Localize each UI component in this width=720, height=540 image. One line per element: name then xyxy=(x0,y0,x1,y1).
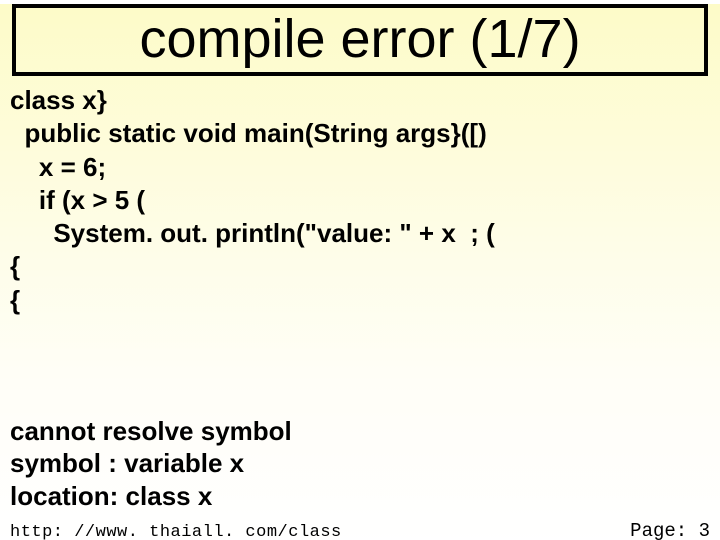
error-line: cannot resolve symbol xyxy=(10,415,292,448)
error-line: location: class x xyxy=(10,480,292,513)
code-line: { xyxy=(10,284,710,317)
footer-url: http: //www. thaiall. com/class xyxy=(10,523,342,540)
code-line: if (x > 5 ( xyxy=(10,184,710,217)
slide: compile error (1/7) class x} public stat… xyxy=(0,4,720,540)
error-line: symbol : variable x xyxy=(10,447,292,480)
code-line: System. out. println("value: " + x ; ( xyxy=(10,217,710,250)
slide-title: compile error (1/7) xyxy=(139,9,580,69)
code-line: x = 6; xyxy=(10,151,710,184)
footer-page: Page: 3 xyxy=(630,520,710,540)
code-line: class x} xyxy=(10,84,710,117)
footer: http: //www. thaiall. com/class Page: 3 xyxy=(0,520,720,540)
error-block: cannot resolve symbol symbol : variable … xyxy=(10,415,292,513)
code-block: class x} public static void main(String … xyxy=(0,84,720,317)
title-box: compile error (1/7) xyxy=(12,4,708,76)
code-line: { xyxy=(10,250,710,283)
code-line: public static void main(String args}([) xyxy=(10,117,710,150)
